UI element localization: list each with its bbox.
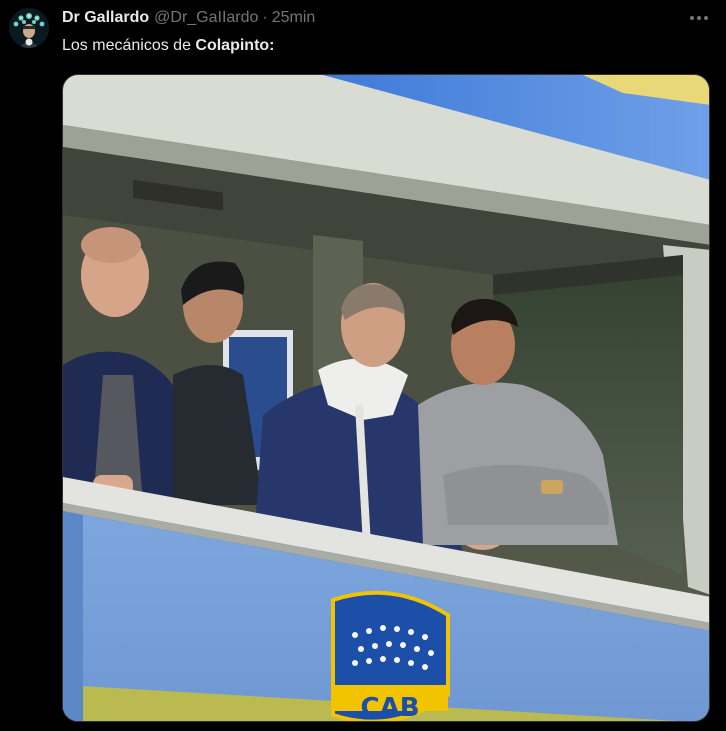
avatar-illustration-icon bbox=[9, 8, 49, 48]
tweet-text-prefix: Los mecánicos de bbox=[62, 37, 196, 54]
tweet-timestamp[interactable]: 25min bbox=[272, 9, 316, 27]
tweet-text: Los mecánicos de Colapinto: bbox=[62, 37, 275, 55]
header-separator: · bbox=[262, 9, 268, 26]
more-horizontal-icon bbox=[690, 16, 708, 20]
tweet-photo[interactable]: CAB bbox=[62, 74, 710, 722]
svg-text:CAB: CAB bbox=[360, 693, 419, 722]
more-options-button[interactable] bbox=[686, 8, 712, 28]
avatar[interactable] bbox=[9, 8, 49, 48]
tweet-text-bold: Colapinto: bbox=[195, 37, 275, 54]
tweet-card: Dr Gallardo @Dr_GaIIardo · 25min Los mec… bbox=[0, 0, 726, 731]
author-display-name[interactable]: Dr Gallardo bbox=[62, 9, 149, 27]
author-handle[interactable]: @Dr_GaIIardo bbox=[154, 9, 258, 27]
stadium-box-photo: CAB bbox=[63, 75, 709, 722]
tweet-header: Dr Gallardo @Dr_GaIIardo · 25min bbox=[62, 9, 315, 29]
